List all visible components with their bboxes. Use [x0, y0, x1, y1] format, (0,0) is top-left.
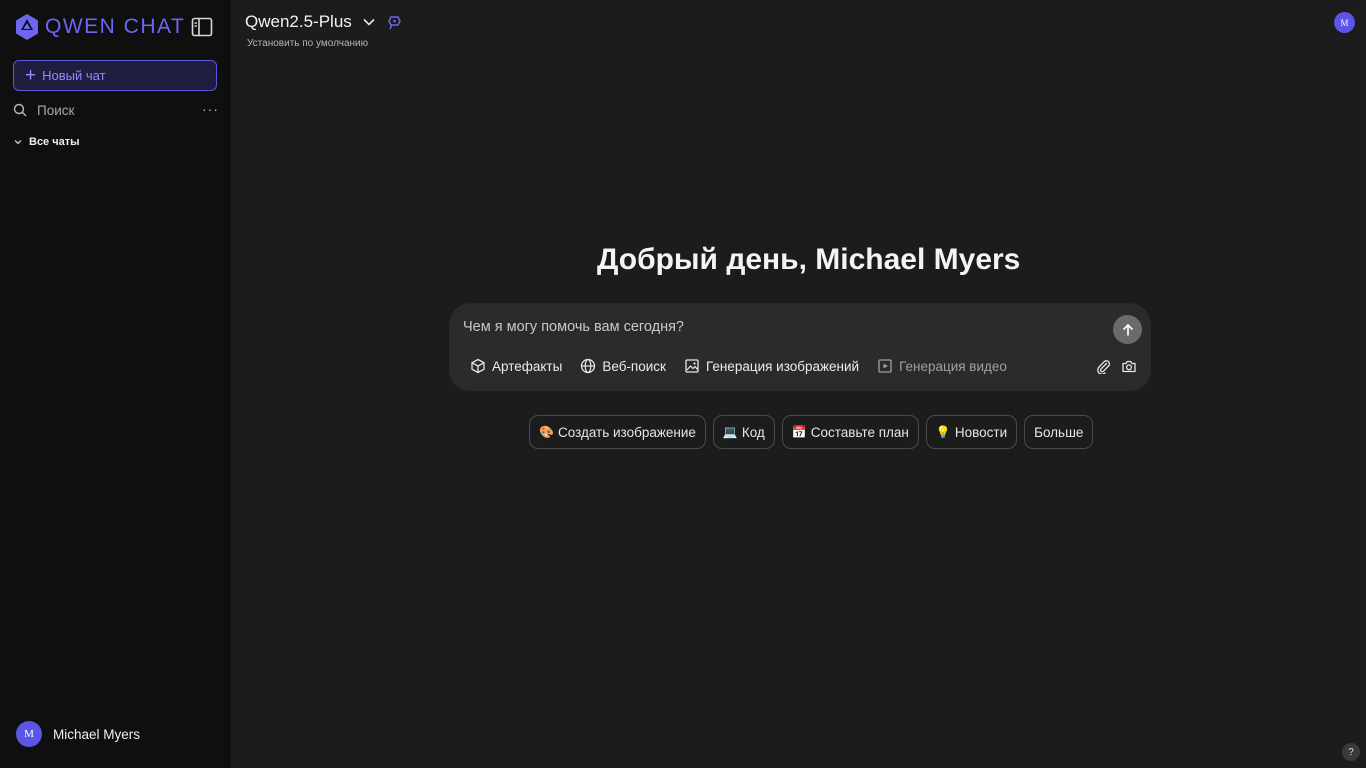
user-menu[interactable]: M Michael Myers [16, 721, 140, 747]
palette-icon: 🎨 [539, 425, 554, 439]
app-window: QWEN CHAT + Новый чат ··· Все чаты [0, 0, 1366, 768]
tool-label: Генерация изображений [705, 358, 860, 374]
chip-label: Больше [1034, 424, 1084, 440]
search-input[interactable] [37, 102, 187, 118]
avatar[interactable]: M [1334, 12, 1355, 33]
new-chat-button[interactable]: + Новый чат [13, 60, 217, 91]
message-input[interactable] [463, 317, 1063, 337]
suggestion-code[interactable]: 💻 Код [712, 415, 775, 449]
chat-composer: Артефакты Веб-поиск Ге [449, 303, 1151, 391]
cube-icon [471, 358, 485, 374]
plus-icon: + [25, 65, 37, 86]
calendar-icon: 📅 [791, 425, 807, 439]
tool-video-generation[interactable]: Генерация видео [877, 358, 1007, 374]
suggestion-create-image[interactable]: 🎨 Создать изображение [529, 415, 706, 449]
brand[interactable]: QWEN CHAT [13, 13, 185, 41]
sidebar-search: ··· [13, 100, 219, 120]
new-chat-label: Новый чат [42, 68, 106, 83]
search-icon [13, 103, 27, 117]
user-name: Michael Myers [53, 726, 141, 742]
video-icon [878, 359, 892, 373]
qwen-logo-icon [16, 14, 38, 40]
model-compare-icon[interactable] [386, 14, 403, 31]
tool-label: Веб-поиск [602, 358, 666, 374]
suggestion-news[interactable]: 💡 Новости [925, 415, 1018, 449]
suggestion-more[interactable]: Больше [1024, 415, 1094, 449]
chip-label: Создать изображение [557, 424, 696, 440]
tool-label: Артефакты [492, 358, 563, 374]
lightbulb-icon: 💡 [935, 425, 951, 439]
set-default-link[interactable]: Установить по умолчанию [247, 38, 368, 49]
all-chats-label: Все чаты [29, 136, 80, 148]
send-button[interactable] [1113, 315, 1142, 344]
greeting-title: Добрый день, Michael Myers [597, 243, 1021, 276]
help-button[interactable]: ? [1342, 743, 1360, 761]
suggestion-make-plan[interactable]: 📅 Составьте план [781, 415, 919, 449]
chevron-down-icon [14, 140, 22, 145]
avatar: M [16, 721, 42, 747]
chevron-down-icon [363, 18, 375, 26]
chip-label: Новости [954, 424, 1008, 440]
main-area: Qwen2.5-Plus Установить по умолчанию M Д… [231, 0, 1366, 768]
chip-label: Код [741, 424, 765, 440]
all-chats-folder[interactable]: Все чаты [13, 136, 80, 148]
composer-tools: Артефакты Веб-поиск Генерация изображени… [470, 358, 1025, 374]
paperclip-icon[interactable] [1096, 359, 1111, 374]
chip-label: Составьте план [810, 424, 909, 440]
brand-name: QWEN CHAT [45, 15, 186, 38]
suggestion-chips: 🎨 Создать изображение 💻 Код 📅 Составьте … [529, 415, 1100, 449]
laptop-icon: 💻 [722, 425, 738, 439]
globe-icon [581, 358, 596, 374]
tool-label: Генерация видео [899, 358, 1007, 374]
image-icon [685, 359, 699, 373]
tool-web-search[interactable]: Веб-поиск [580, 358, 666, 374]
sidebar: QWEN CHAT + Новый чат ··· Все чаты [0, 0, 231, 768]
model-name: Qwen2.5-Plus [245, 12, 352, 31]
arrow-up-icon [1122, 323, 1133, 335]
tool-artifacts[interactable]: Артефакты [470, 358, 562, 374]
model-selector[interactable]: Qwen2.5-Plus [245, 12, 403, 32]
camera-icon[interactable] [1121, 359, 1137, 374]
sidebar-toggle-icon[interactable] [191, 17, 213, 37]
tool-image-generation[interactable]: Генерация изображений [684, 358, 859, 374]
more-options-icon[interactable]: ··· [202, 101, 219, 117]
